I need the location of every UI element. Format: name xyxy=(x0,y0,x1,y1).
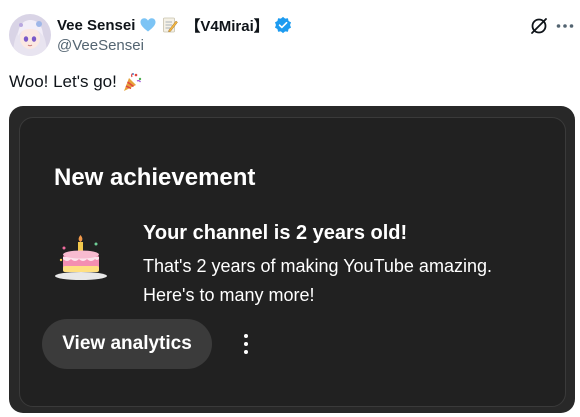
tweet-text: Woo! Let's go! xyxy=(9,71,143,93)
memo-icon xyxy=(161,16,179,34)
party-popper-icon xyxy=(121,71,143,93)
achievement-headline: Your channel is 2 years old! xyxy=(143,222,408,244)
verified-badge-icon[interactable] xyxy=(274,16,292,34)
card-title: New achievement xyxy=(54,164,256,191)
more-horizontal-icon[interactable] xyxy=(555,16,575,36)
tweet-text-content: Woo! Let's go! xyxy=(9,72,117,91)
kebab-dot xyxy=(244,342,248,346)
light-blue-heart-icon xyxy=(139,16,157,34)
achievement-body-line-1: That's 2 years of making YouTube amazing… xyxy=(143,256,492,276)
anime-avatar-icon xyxy=(9,14,51,56)
author-name-row: Vee Sensei 【V4Mirai】 xyxy=(57,15,292,35)
avatar[interactable] xyxy=(9,14,51,56)
view-analytics-button[interactable]: View analytics xyxy=(42,319,212,369)
tweet-media[interactable]: New achievement Your channel is 2 years … xyxy=(9,106,575,413)
kebab-dot xyxy=(244,350,248,354)
birthday-cake-icon xyxy=(52,230,110,288)
grok-icon[interactable] xyxy=(529,16,549,36)
author-display-name[interactable]: Vee Sensei xyxy=(57,17,135,34)
kebab-dot xyxy=(244,334,248,338)
author-tag: 【V4Mirai】 xyxy=(185,17,269,35)
more-vertical-icon[interactable] xyxy=(236,329,256,359)
tweet: Vee Sensei 【V4Mirai】 @VeeSensei Woo! Let… xyxy=(0,0,580,417)
achievement-body-line-2: Here's to many more! xyxy=(143,285,315,305)
author-handle[interactable]: @VeeSensei xyxy=(57,37,144,54)
achievement-card: New achievement Your channel is 2 years … xyxy=(19,117,566,407)
